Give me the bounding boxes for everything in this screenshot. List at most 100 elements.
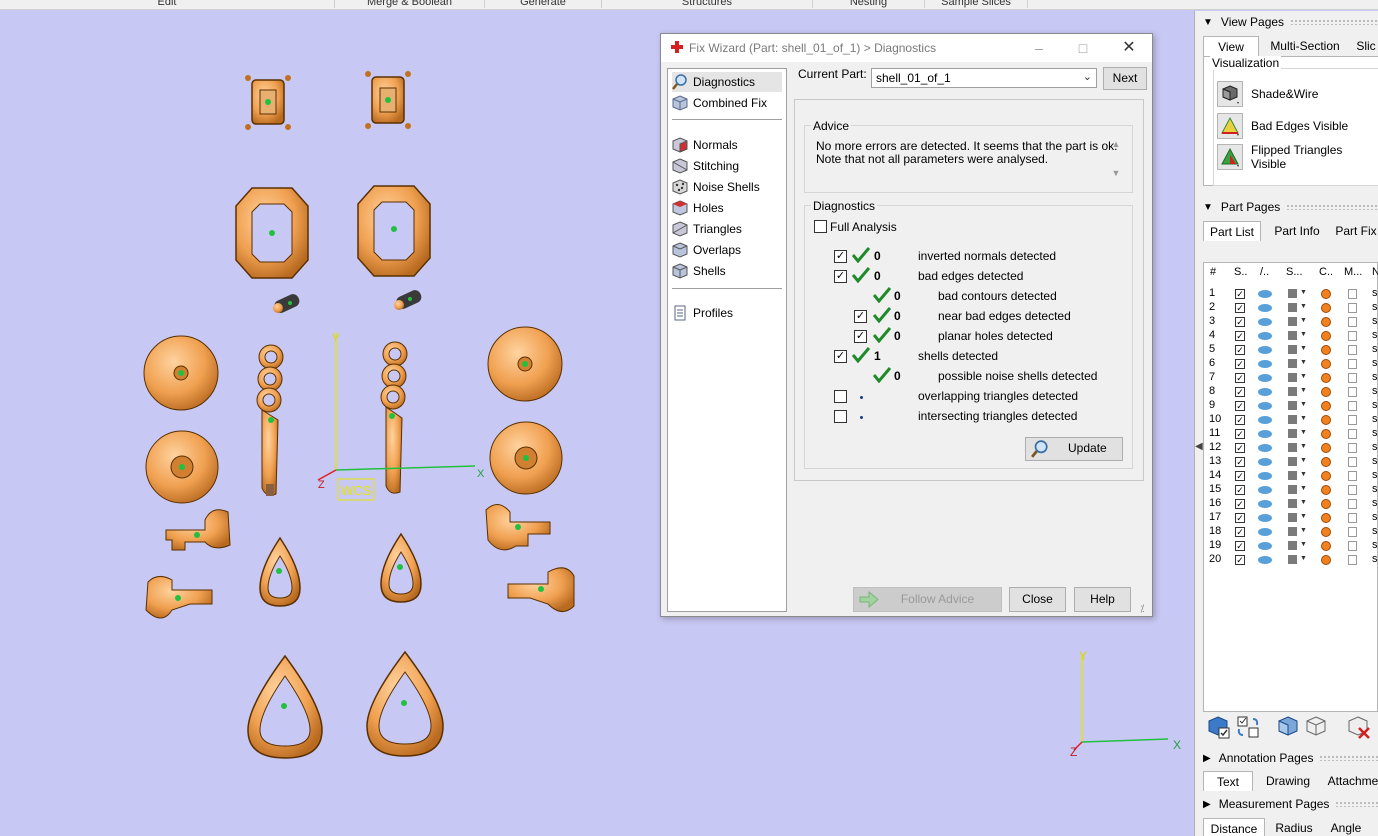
shading-cube-icon[interactable] bbox=[1288, 555, 1297, 564]
shading-cube-icon[interactable] bbox=[1288, 541, 1297, 550]
toolbar-tab-sample-slices[interactable]: Sample Slices bbox=[925, 0, 1028, 8]
advice-scrollbar[interactable]: ▲ ▼ bbox=[1109, 139, 1123, 185]
part-hook-1[interactable] bbox=[256, 344, 284, 496]
tab-view[interactable]: View bbox=[1203, 36, 1259, 56]
scroll-up-icon[interactable]: ▲ bbox=[1109, 139, 1123, 149]
color-swatch[interactable] bbox=[1321, 457, 1331, 467]
wire-cube-icon[interactable] bbox=[1348, 359, 1357, 369]
table-row[interactable]: 14 ✓ ▼ s bbox=[1204, 469, 1378, 483]
color-swatch[interactable] bbox=[1321, 443, 1331, 453]
tab-part-list[interactable]: Part List bbox=[1203, 221, 1261, 241]
color-swatch[interactable] bbox=[1321, 373, 1331, 383]
chevron-down-icon[interactable]: ▼ bbox=[1300, 317, 1307, 324]
toolbar-tab-generate[interactable]: Generate bbox=[485, 0, 602, 8]
chevron-down-icon[interactable]: ▼ bbox=[1300, 527, 1307, 534]
table-row[interactable]: 19 ✓ ▼ s bbox=[1204, 539, 1378, 553]
table-row[interactable]: 18 ✓ ▼ s bbox=[1204, 525, 1378, 539]
part-octagon-frame-2[interactable] bbox=[357, 185, 431, 277]
table-row[interactable]: 3 ✓ ▼ s bbox=[1204, 315, 1378, 329]
eye-icon[interactable] bbox=[1258, 556, 1272, 564]
toolbar-tab-structures[interactable]: Structures bbox=[602, 0, 813, 8]
toolbar-tab-nesting[interactable]: Nesting bbox=[813, 0, 925, 8]
chevron-down-icon[interactable]: ▼ bbox=[1300, 359, 1307, 366]
chevron-down-icon[interactable]: ▼ bbox=[1300, 513, 1307, 520]
color-swatch[interactable] bbox=[1321, 555, 1331, 565]
nav-item-holes[interactable]: Holes bbox=[672, 198, 782, 218]
wire-cube-icon[interactable] bbox=[1348, 387, 1357, 397]
wire-cube-icon[interactable] bbox=[1348, 443, 1357, 453]
shading-cube-icon[interactable] bbox=[1288, 401, 1297, 410]
eye-icon[interactable] bbox=[1258, 290, 1272, 298]
part-teardrop-small-1[interactable] bbox=[259, 536, 301, 607]
row-select-checkbox[interactable]: ✓ bbox=[1235, 555, 1245, 565]
wire-cube-icon[interactable] bbox=[1348, 289, 1357, 299]
wire-cube-icon[interactable] bbox=[1348, 429, 1357, 439]
row-select-checkbox[interactable]: ✓ bbox=[1235, 443, 1245, 453]
full-analysis-checkbox[interactable] bbox=[814, 220, 827, 233]
chevron-down-icon[interactable]: ▼ bbox=[1300, 387, 1307, 394]
color-swatch[interactable] bbox=[1321, 303, 1331, 313]
shading-cube-icon[interactable] bbox=[1288, 485, 1297, 494]
shading-cube-icon[interactable] bbox=[1288, 513, 1297, 522]
chevron-down-icon[interactable]: ▼ bbox=[1300, 471, 1307, 478]
minimize-icon[interactable]: – bbox=[1025, 38, 1053, 58]
column-header-selected[interactable]: S.. bbox=[1234, 266, 1247, 278]
part-capsule-1[interactable] bbox=[272, 292, 301, 315]
row-select-checkbox[interactable]: ✓ bbox=[1235, 485, 1245, 495]
wire-cube-icon[interactable] bbox=[1348, 401, 1357, 411]
wire-cube-icon[interactable] bbox=[1348, 331, 1357, 341]
eye-icon[interactable] bbox=[1258, 430, 1272, 438]
table-row[interactable]: 9 ✓ ▼ s bbox=[1204, 399, 1378, 413]
chevron-down-icon[interactable]: ▼ bbox=[1300, 541, 1307, 548]
shading-cube-icon[interactable] bbox=[1288, 499, 1297, 508]
nav-item-combined-fix[interactable]: Combined Fix bbox=[672, 93, 782, 113]
chevron-down-icon[interactable]: ▼ bbox=[1300, 345, 1307, 352]
chevron-down-icon[interactable]: ▼ bbox=[1300, 331, 1307, 338]
part-prong-2[interactable] bbox=[145, 576, 213, 619]
row-select-checkbox[interactable]: ✓ bbox=[1235, 429, 1245, 439]
chevron-down-icon[interactable]: ▼ bbox=[1300, 373, 1307, 380]
dialog-titlebar[interactable]: Fix Wizard (Part: shell_01_of_1) > Diagn… bbox=[661, 34, 1152, 62]
row-select-checkbox[interactable]: ✓ bbox=[1235, 401, 1245, 411]
tab-distance[interactable]: Distance bbox=[1203, 818, 1265, 836]
color-swatch[interactable] bbox=[1321, 527, 1331, 537]
column-header-number[interactable]: # bbox=[1210, 266, 1216, 278]
invert-selection-icon[interactable] bbox=[1235, 714, 1261, 740]
wire-cube-icon[interactable] bbox=[1348, 527, 1357, 537]
color-swatch[interactable] bbox=[1321, 345, 1331, 355]
next-button[interactable]: Next bbox=[1103, 67, 1147, 90]
part-disc-1[interactable] bbox=[143, 335, 219, 411]
maximize-icon[interactable]: □ bbox=[1069, 38, 1097, 58]
table-row[interactable]: 17 ✓ ▼ s bbox=[1204, 511, 1378, 525]
chevron-down-icon[interactable]: ▼ bbox=[1300, 555, 1307, 562]
inverted-normals-checkbox[interactable]: ✓ bbox=[834, 250, 847, 263]
eye-icon[interactable] bbox=[1258, 416, 1272, 424]
table-row[interactable]: 8 ✓ ▼ s bbox=[1204, 385, 1378, 399]
close-icon[interactable]: ✕ bbox=[1115, 38, 1143, 58]
chevron-down-icon[interactable]: ▼ bbox=[1300, 429, 1307, 436]
chevron-down-icon[interactable]: ▼ bbox=[1300, 457, 1307, 464]
eye-icon[interactable] bbox=[1258, 374, 1272, 382]
wire-cube-icon[interactable] bbox=[1348, 499, 1357, 509]
row-select-checkbox[interactable]: ✓ bbox=[1235, 317, 1245, 327]
table-row[interactable]: 6 ✓ ▼ s bbox=[1204, 357, 1378, 371]
tab-angle[interactable]: Angle bbox=[1323, 818, 1369, 836]
bad-edges-visible-button[interactable] bbox=[1217, 113, 1243, 139]
scroll-down-icon[interactable]: ▼ bbox=[1109, 168, 1123, 178]
row-select-checkbox[interactable]: ✓ bbox=[1235, 331, 1245, 341]
part-teardrop-large-2[interactable] bbox=[366, 650, 444, 757]
wire-cube-icon[interactable] bbox=[1348, 555, 1357, 565]
nav-item-diagnostics[interactable]: Diagnostics bbox=[672, 72, 782, 92]
table-row[interactable]: 4 ✓ ▼ s bbox=[1204, 329, 1378, 343]
column-header-shading[interactable]: S... bbox=[1286, 266, 1303, 278]
part-pages-header[interactable]: ▼ Part Pages bbox=[1203, 200, 1378, 214]
row-select-checkbox[interactable]: ✓ bbox=[1235, 359, 1245, 369]
part-capsule-2[interactable] bbox=[394, 288, 423, 311]
shading-cube-icon[interactable] bbox=[1288, 373, 1297, 382]
row-select-checkbox[interactable]: ✓ bbox=[1235, 541, 1245, 551]
shading-cube-icon[interactable] bbox=[1288, 303, 1297, 312]
near-bad-edges-checkbox[interactable]: ✓ bbox=[854, 310, 867, 323]
shading-cube-icon[interactable] bbox=[1288, 527, 1297, 536]
wireframe-parts-icon[interactable] bbox=[1303, 714, 1329, 740]
row-select-checkbox[interactable]: ✓ bbox=[1235, 387, 1245, 397]
